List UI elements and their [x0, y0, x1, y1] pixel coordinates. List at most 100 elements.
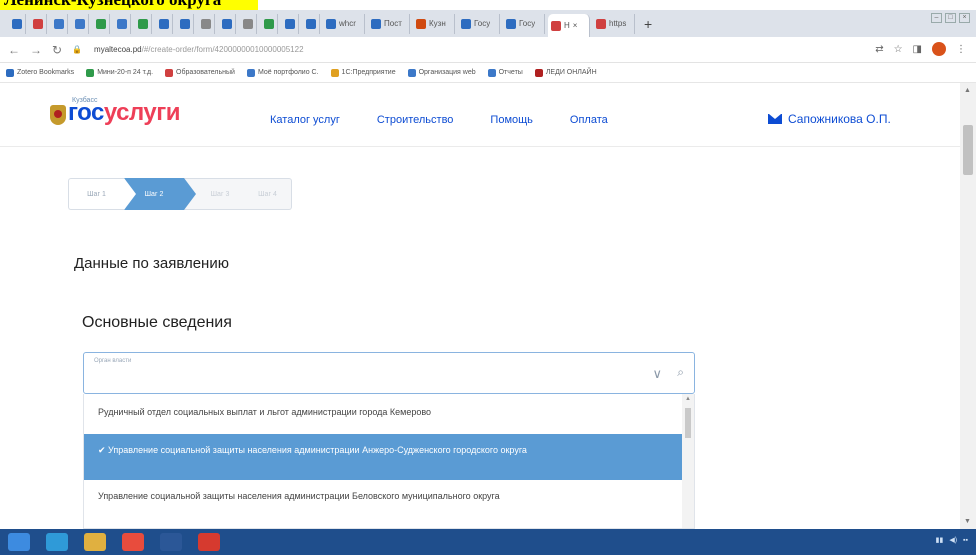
forward-arrow-icon[interactable]: →	[30, 43, 42, 57]
minimize-button[interactable]: –	[931, 13, 942, 23]
step-2[interactable]: Шаг 2	[124, 178, 196, 210]
extension-icon[interactable]: ◨	[913, 44, 922, 55]
scroll-up-icon[interactable]: ▲	[964, 87, 971, 94]
browser-tab[interactable]	[176, 13, 194, 34]
tab-favicon-icon	[371, 18, 381, 29]
browser-tab[interactable]	[113, 13, 131, 34]
maximize-button[interactable]: □	[945, 13, 956, 23]
browser-tab[interactable]	[155, 13, 173, 34]
browser-tab[interactable]	[239, 13, 257, 34]
dropdown-scroll-up-icon[interactable]: ▲	[685, 396, 691, 402]
step-4[interactable]: Шаг 4	[244, 178, 292, 210]
browser-tab[interactable]	[71, 13, 89, 34]
step-1[interactable]: Шаг 1	[68, 178, 124, 210]
dropdown-scrollbar-thumb[interactable]	[685, 408, 691, 438]
volume-icon[interactable]: ◀)	[949, 536, 957, 544]
gosuslugi-logo[interactable]: госуслуги	[50, 101, 181, 125]
highlighted-caption: Ленинск-Кузнецкого округа	[0, 0, 258, 10]
tab-favicon-icon	[116, 18, 127, 29]
tab-favicon-icon	[32, 18, 43, 29]
browser-tab[interactable]	[281, 13, 299, 34]
profile-avatar[interactable]	[932, 42, 946, 56]
bookmark-favicon-icon	[246, 68, 255, 77]
section-heading-main-info: Основные сведения	[82, 314, 232, 331]
start-icon[interactable]	[8, 533, 30, 551]
browser-tab[interactable]: Кузн	[413, 13, 455, 34]
kuzbass-emblem-icon	[50, 105, 66, 125]
back-arrow-icon[interactable]: ←	[8, 43, 20, 57]
bookmark-item[interactable]: Zotero Bookmarks	[6, 68, 75, 77]
browser-tab[interactable]	[134, 13, 152, 34]
bookmark-label: Zotero Bookmarks	[17, 69, 75, 76]
page-scrollbar[interactable]: ▲ ▼	[960, 83, 976, 529]
browser-tab[interactable]	[218, 13, 236, 34]
search-icon[interactable]: ⌕	[677, 365, 684, 380]
word-icon[interactable]	[160, 533, 182, 551]
network-icon[interactable]: ▮▮	[936, 536, 944, 544]
browser-tab[interactable]: https	[593, 13, 635, 34]
bookmark-item[interactable]: 1С:Предприятие	[330, 68, 396, 77]
url-field[interactable]: myaltecoa.pd /#/create-order/form/420000…	[94, 45, 304, 54]
nav-help[interactable]: Помощь	[490, 114, 533, 126]
browser-tab[interactable]	[29, 13, 47, 34]
lock-icon: 🔒	[72, 45, 83, 54]
browser-tab[interactable]	[50, 13, 68, 34]
nav-catalog[interactable]: Каталог услуг	[270, 114, 340, 126]
tab-favicon-icon	[137, 18, 148, 29]
bookmark-item[interactable]: Отчеты	[487, 68, 523, 77]
bookmark-item[interactable]: Образовательный	[165, 68, 235, 77]
windows-taskbar: ▮▮ ◀) ▪▪	[0, 529, 976, 555]
main-nav: Каталог услуг Строительство Помощь Оплат…	[270, 114, 608, 126]
bookmark-favicon-icon	[407, 68, 416, 77]
clock[interactable]: ▪▪	[963, 537, 968, 544]
browser-tab[interactable]: Госу	[458, 13, 500, 34]
chevron-down-icon[interactable]: ∨	[652, 366, 662, 382]
bookmark-item[interactable]: Мини-20-п 24 т.д.	[86, 68, 153, 77]
dropdown-scrollbar[interactable]: ▲	[682, 394, 694, 528]
scroll-down-icon[interactable]: ▼	[964, 518, 971, 525]
bookmark-item[interactable]: ЛЕДИ ОНЛАЙН	[534, 68, 597, 77]
ie-icon[interactable]	[46, 533, 68, 551]
browser-tab[interactable]	[8, 13, 26, 34]
window-controls: – □ ×	[931, 13, 970, 23]
translate-icon[interactable]: ⇄	[875, 44, 883, 55]
mail-icon	[768, 114, 782, 124]
nav-payment[interactable]: Оплата	[570, 114, 608, 126]
bookmarks-bar: Zotero Bookmarks Мини-20-п 24 т.д. Образов…	[0, 63, 976, 83]
user-menu[interactable]: Сапожникова О.П.	[768, 112, 891, 126]
authority-select[interactable]: Орган власти ∨ ⌕	[83, 352, 695, 394]
close-window-button[interactable]: ×	[959, 13, 970, 23]
new-tab-icon[interactable]: +	[644, 16, 652, 32]
browser-tab[interactable]	[302, 13, 320, 34]
pdf-icon[interactable]	[198, 533, 220, 551]
bookmark-item[interactable]: Организация web	[407, 68, 476, 77]
tab-favicon-icon	[326, 18, 336, 29]
browser-tab[interactable]	[92, 13, 110, 34]
nav-construction[interactable]: Строительство	[377, 114, 454, 126]
tab-favicon-icon	[221, 18, 232, 29]
menu-dots-icon[interactable]: ⋮	[956, 44, 966, 55]
browser-tab[interactable]: whcr	[323, 13, 365, 34]
tab-favicon-icon	[284, 18, 295, 29]
chrome-icon[interactable]	[122, 533, 144, 551]
dropdown-option[interactable]: Управление социальной защиты населения а…	[84, 490, 682, 502]
scrollbar-thumb[interactable]	[963, 125, 973, 175]
reload-icon[interactable]: ↻	[52, 43, 62, 57]
browser-tab[interactable]	[260, 13, 278, 34]
explorer-icon[interactable]	[84, 533, 106, 551]
dropdown-option[interactable]: Рудничный отдел социальных выплат и льго…	[84, 406, 682, 418]
browser-tab[interactable]: Пост	[368, 13, 410, 34]
dropdown-option-selected[interactable]: ✔ Управление социальной защиты населения…	[84, 434, 682, 480]
close-tab-icon[interactable]: ×	[573, 21, 578, 30]
star-icon[interactable]: ☆	[894, 44, 903, 55]
browser-tab-active[interactable]: Н ×	[548, 14, 590, 37]
authority-dropdown: Рудничный отдел социальных выплат и льго…	[83, 394, 695, 529]
authority-select-label: Орган власти	[94, 358, 132, 364]
browser-tab[interactable]: Госу	[503, 13, 545, 34]
bookmark-item[interactable]: Моё портфолио С.	[246, 68, 319, 77]
browser-tab[interactable]	[197, 13, 215, 34]
bookmark-favicon-icon	[534, 68, 543, 77]
tab-title: Госу	[474, 19, 491, 28]
tab-favicon-icon	[551, 20, 561, 31]
bookmark-favicon-icon	[165, 68, 174, 77]
